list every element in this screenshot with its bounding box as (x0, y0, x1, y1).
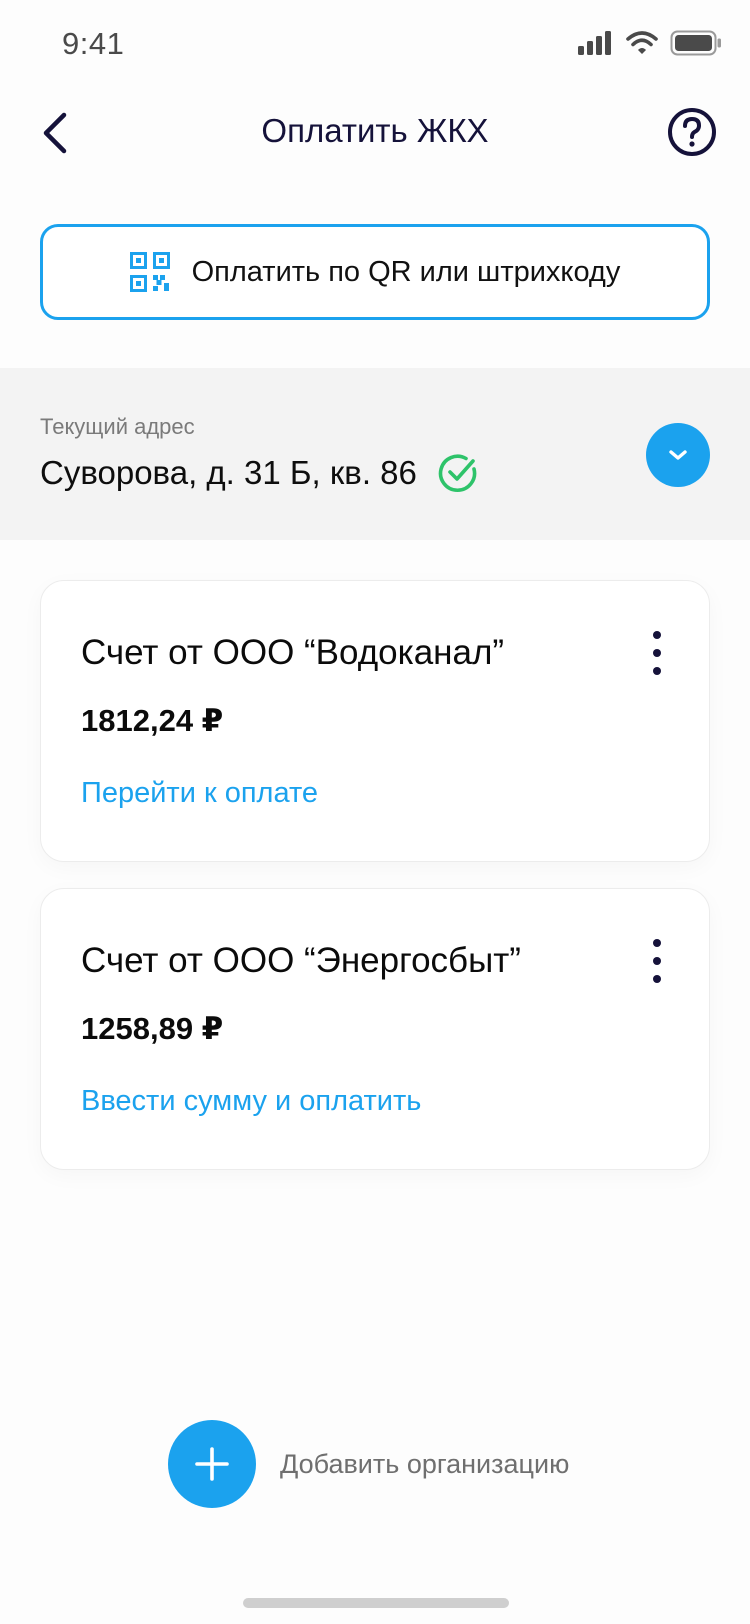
check-circle-icon (438, 454, 477, 493)
chevron-down-icon (669, 450, 687, 460)
wifi-icon (626, 31, 658, 54)
add-organization-label: Добавить организацию (280, 1448, 570, 1479)
address-value: Суворова, д. 31 Б, кв. 86 (40, 454, 417, 491)
add-organization-button[interactable]: Добавить организацию (168, 1420, 569, 1508)
bill-amount: 1258,89 ₽ (81, 1011, 224, 1046)
question-circle-icon (668, 108, 716, 156)
more-vertical-icon (653, 939, 661, 947)
qr-code-icon (129, 252, 170, 292)
pay-by-qr-label: Оплатить по QR или штрихкоду (191, 255, 621, 288)
battery-icon (670, 30, 721, 56)
enter-amount-and-pay-link[interactable]: Ввести сумму и оплатить (81, 1085, 421, 1118)
bill-card-energosbyt: Счет от ООО “Энергосбыт” 1258,89 ₽ Ввест… (40, 888, 710, 1170)
help-button[interactable] (666, 106, 718, 158)
address-row: Суворова, д. 31 Б, кв. 86 (40, 452, 479, 494)
pay-by-qr-button[interactable]: Оплатить по QR или штрихкоду (40, 224, 710, 320)
status-time: 9:41 (62, 26, 125, 61)
plus-icon (195, 1447, 229, 1481)
bill-more-button[interactable] (645, 939, 669, 983)
address-caption: Текущий адрес (40, 414, 195, 439)
add-organization-circle[interactable] (168, 1420, 256, 1508)
go-to-payment-link[interactable]: Перейти к оплате (81, 777, 318, 810)
bill-more-button[interactable] (645, 631, 669, 675)
bill-title: Счет от ООО “Энергосбыт” (81, 941, 521, 980)
bill-card-vodokanal: Счет от ООО “Водоканал” 1812,24 ₽ Перейт… (40, 580, 710, 862)
status-bar: 9:41 (0, 0, 750, 90)
more-vertical-icon (653, 631, 661, 639)
status-icons (578, 30, 722, 56)
header: Оплатить ЖКХ (0, 96, 750, 170)
address-expand-button[interactable] (646, 423, 710, 487)
bill-title: Счет от ООО “Водоканал” (81, 633, 505, 672)
screen: 9:41 Оплатить ЖКХ Оплатить по QR или штр… (0, 0, 750, 1624)
current-address-panel[interactable]: Текущий адрес Суворова, д. 31 Б, кв. 86 (0, 368, 750, 540)
cellular-signal-icon (578, 31, 611, 55)
bill-amount: 1812,24 ₽ (81, 703, 224, 738)
page-title: Оплатить ЖКХ (261, 112, 489, 149)
home-indicator (243, 1598, 509, 1608)
